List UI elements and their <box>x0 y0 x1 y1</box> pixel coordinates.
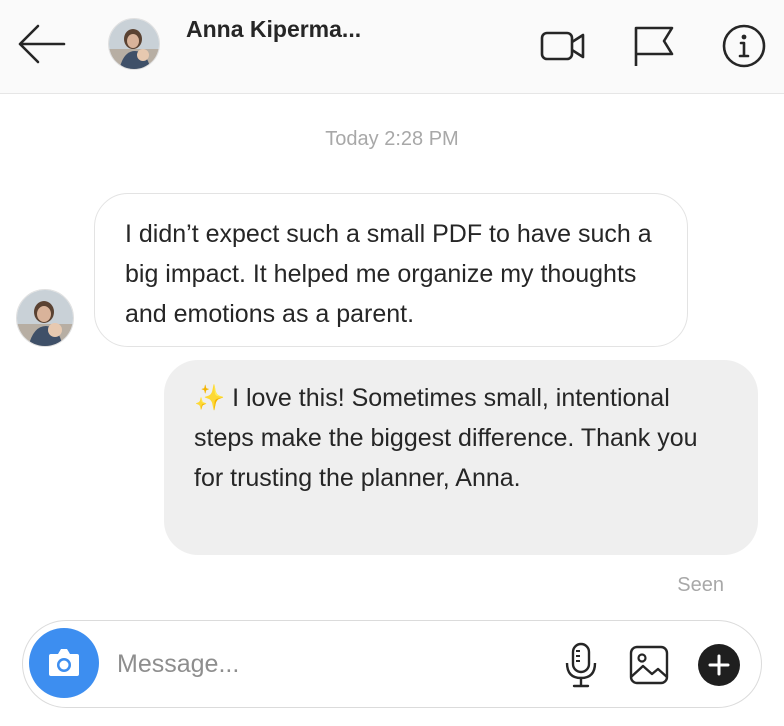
profile-photo <box>109 19 159 69</box>
chat-header: Anna Kiperma... <box>0 0 784 94</box>
image-icon <box>629 645 669 685</box>
contact-name[interactable]: Anna Kiperma... <box>186 16 361 43</box>
add-button[interactable] <box>697 643 741 691</box>
video-call-button[interactable] <box>538 22 586 70</box>
message-composer <box>22 620 762 708</box>
plus-icon <box>698 644 740 686</box>
outgoing-message-text: I love this! Sometimes small, intentiona… <box>194 384 698 492</box>
flag-icon <box>634 26 674 66</box>
info-icon <box>722 24 766 68</box>
info-button[interactable] <box>720 22 768 70</box>
arrow-left-icon <box>18 24 66 64</box>
incoming-message-text: I didn’t expect such a small PDF to have… <box>125 220 652 328</box>
sender-avatar[interactable] <box>16 289 74 347</box>
microphone-icon <box>565 642 597 688</box>
camera-icon <box>49 649 79 676</box>
message-input[interactable] <box>117 641 537 687</box>
message-timestamp: Today 2:28 PM <box>325 128 459 150</box>
outgoing-message[interactable]: ✨ I love this! Sometimes small, intentio… <box>164 360 758 555</box>
profile-photo <box>17 290 73 346</box>
avatar[interactable] <box>108 18 160 70</box>
incoming-message[interactable]: I didn’t expect such a small PDF to have… <box>94 193 688 347</box>
back-button[interactable] <box>14 22 68 66</box>
seen-status: Seen <box>677 574 724 596</box>
video-camera-icon <box>540 31 585 61</box>
camera-button[interactable] <box>29 628 99 698</box>
voice-message-button[interactable] <box>559 641 603 689</box>
gallery-button[interactable] <box>627 641 671 689</box>
sparkles-icon: ✨ <box>194 384 226 412</box>
report-button[interactable] <box>630 22 678 70</box>
